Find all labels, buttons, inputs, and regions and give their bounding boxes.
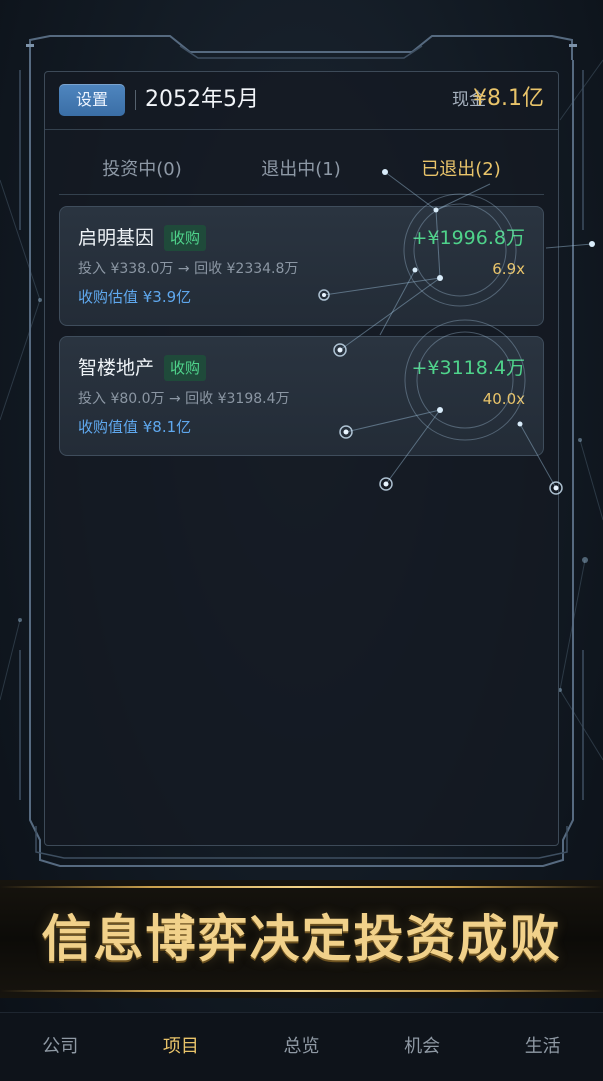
- nav-overview[interactable]: 总览: [241, 1013, 362, 1081]
- tab-investing[interactable]: 投资中(0): [62, 150, 222, 190]
- nav-life[interactable]: 生活: [482, 1013, 603, 1081]
- tab-exited[interactable]: 已退出(2): [381, 150, 541, 190]
- investment-flow: 投入 ¥338.0万 → 回收 ¥2334.8万: [78, 261, 299, 277]
- settings-button[interactable]: 设置: [59, 84, 125, 116]
- exit-card[interactable]: 智楼地产 收购 投入 ¥80.0万 → 回收 ¥3198.4万 收购值值 ¥8.…: [59, 336, 544, 456]
- cash-value: ¥8.1亿: [473, 86, 544, 111]
- nav-projects[interactable]: 项目: [121, 1013, 242, 1081]
- banner-top-border: [0, 886, 603, 888]
- company-name: 启明基因: [78, 227, 155, 249]
- return-multiple: 6.9x: [492, 260, 525, 278]
- nav-company[interactable]: 公司: [0, 1013, 121, 1081]
- acquisition-valuation: 收购值值 ¥8.1亿: [78, 418, 192, 436]
- projects-panel: 设置 2052年5月 现金 ¥8.1亿 投资中(0) 退出中(1) 已退出(2)…: [44, 71, 559, 846]
- game-date: 2052年5月: [145, 87, 259, 112]
- exit-card[interactable]: 启明基因 收购 投入 ¥338.0万 → 回收 ¥2334.8万 收购估值 ¥3…: [59, 206, 544, 326]
- nav-opportunities[interactable]: 机会: [362, 1013, 483, 1081]
- company-name: 智楼地产: [78, 357, 155, 379]
- profit-amount: +¥1996.8万: [411, 227, 526, 249]
- banner-slogan: 信息博弈决定投资成败: [41, 910, 562, 968]
- banner-bottom-border: [0, 990, 603, 992]
- panel-header: 设置 2052年5月 现金 ¥8.1亿: [45, 72, 558, 130]
- bottom-nav: 公司 项目 总览 机会 生活: [0, 1012, 603, 1081]
- acquisition-valuation: 收购估值 ¥3.9亿: [78, 288, 192, 306]
- exit-type-badge: 收购: [164, 225, 207, 251]
- header-divider: [135, 90, 136, 110]
- tab-exiting[interactable]: 退出中(1): [221, 150, 381, 190]
- promo-banner: 信息博弈决定投资成败: [0, 880, 603, 998]
- project-tabs: 投资中(0) 退出中(1) 已退出(2): [59, 150, 544, 195]
- investment-flow: 投入 ¥80.0万 → 回收 ¥3198.4万: [78, 391, 290, 407]
- profit-amount: +¥3118.4万: [411, 357, 526, 379]
- exit-type-badge: 收购: [164, 355, 207, 381]
- return-multiple: 40.0x: [482, 390, 525, 408]
